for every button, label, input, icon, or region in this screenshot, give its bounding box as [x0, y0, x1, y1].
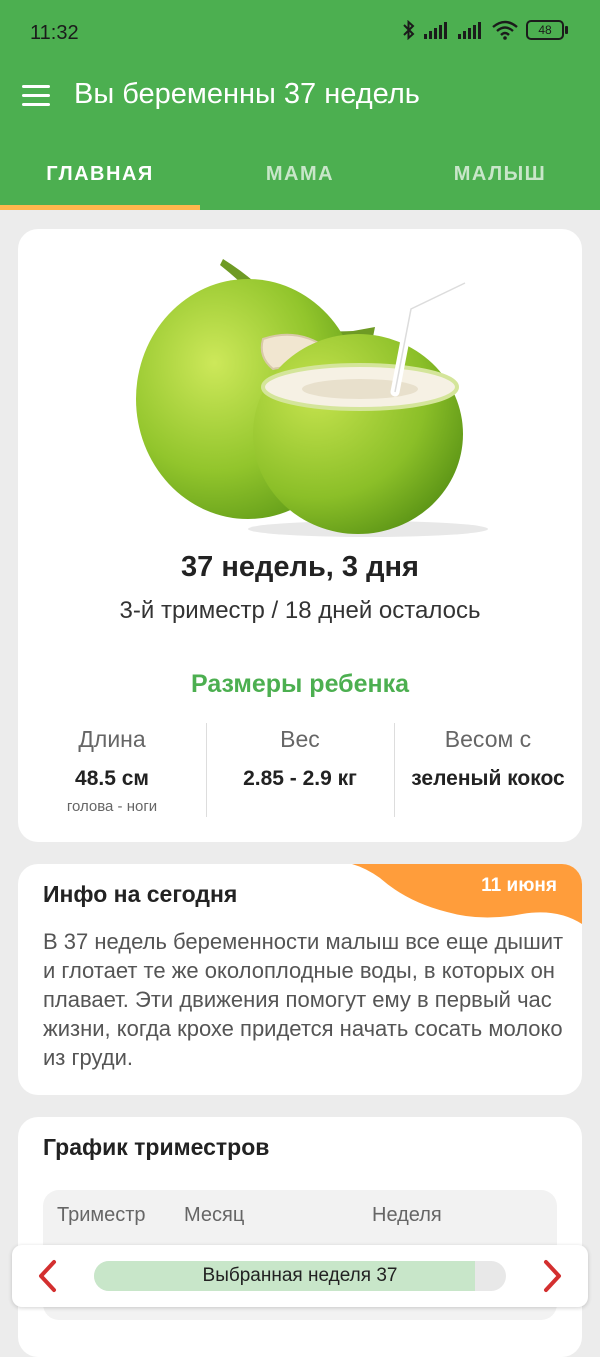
tab-main[interactable]: ГЛАВНАЯ — [0, 150, 200, 210]
week-progress-bar[interactable]: Выбранная неделя 37 — [94, 1261, 506, 1291]
tab-bar: ГЛАВНАЯ МАМА МАЛЫШ — [0, 150, 600, 210]
trimester-card: График триместров Триместр Месяц Неделя — [18, 1117, 582, 1357]
baby-sizes-title: Размеры ребенка — [190, 670, 410, 698]
selected-week-label: Выбранная неделя 37 — [202, 1265, 398, 1286]
status-bar: 11:32 48 — [0, 0, 600, 68]
bluetooth-icon — [403, 20, 415, 40]
app-bar: 11:32 48 Вы беременны 37 недель ГЛАВНАЯ … — [0, 0, 600, 210]
info-card: 11 июня Инфо на сегодня В 37 недель бере… — [18, 864, 582, 1095]
week-selector: Выбранная неделя 37 — [12, 1245, 588, 1307]
status-time: 11:32 — [30, 22, 79, 44]
trimester-title: График триместров — [43, 1134, 270, 1160]
weight-stat: Вес 2.85 - 2.9 кг — [206, 726, 394, 791]
info-title: Инфо на сегодня — [43, 881, 238, 907]
battery-level: 48 — [538, 23, 552, 37]
tab-baby[interactable]: МАЛЫШ — [400, 150, 600, 210]
column-header-week: Неделя — [372, 1204, 442, 1226]
info-date: 11 июня — [481, 875, 557, 896]
compare-value: зеленый кокос — [411, 767, 565, 790]
pregnancy-week: 37 недель, 3 дня — [181, 551, 419, 583]
battery-icon: 48 — [526, 20, 568, 40]
signal-icon — [424, 22, 447, 39]
signal-icon-2 — [458, 22, 481, 39]
green-coconut-icon — [136, 259, 488, 537]
column-header-month: Месяц — [184, 1204, 245, 1226]
tab-mom[interactable]: МАМА — [200, 150, 400, 210]
page-title: Вы беременны 37 недель — [74, 78, 420, 110]
column-header-trimester: Триместр — [57, 1204, 146, 1226]
length-value: 48.5 см — [75, 767, 149, 790]
menu-icon[interactable] — [22, 80, 52, 112]
compare-stat: Весом с зеленый кокос — [394, 726, 582, 791]
tab-indicator — [0, 205, 200, 210]
compare-label: Весом с — [444, 726, 532, 752]
weight-label: Вес — [280, 726, 320, 752]
chevron-right-icon[interactable] — [538, 1259, 566, 1293]
length-note: голова - ноги — [66, 798, 158, 815]
wifi-icon — [492, 20, 518, 40]
length-label: Длина — [78, 726, 146, 752]
status-icons: 48 — [402, 20, 568, 40]
length-stat: Длина 48.5 см голова - ноги — [18, 726, 206, 815]
summary-card: 37 недель, 3 дня 3-й триместр / 18 дней … — [18, 229, 582, 842]
chevron-left-icon[interactable] — [34, 1259, 62, 1293]
trimester-subtitle: 3-й триместр / 18 дней осталось — [119, 597, 481, 624]
info-text: В 37 недель беременности малыш все еще д… — [43, 929, 564, 1070]
weight-value: 2.85 - 2.9 кг — [243, 767, 357, 790]
